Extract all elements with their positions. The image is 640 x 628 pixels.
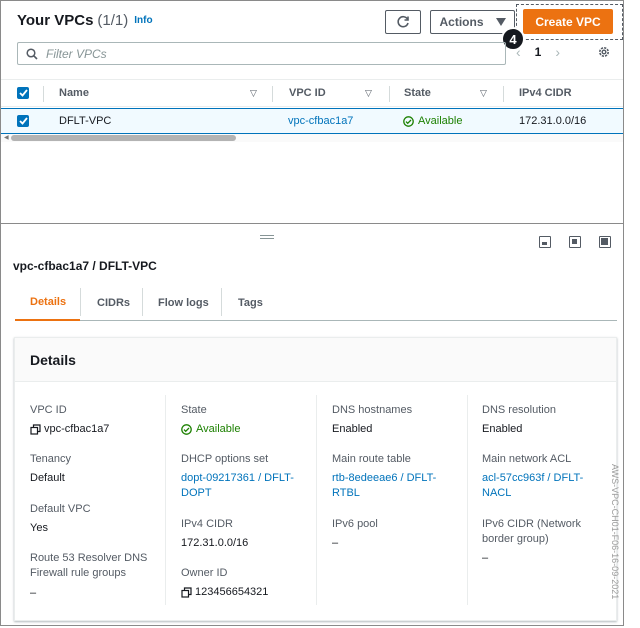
sort-icon[interactable]: ▽	[365, 88, 372, 99]
pane-bottom-icon[interactable]	[539, 236, 551, 248]
label-owner-id: Owner ID	[181, 567, 228, 579]
check-circle-icon	[403, 115, 414, 127]
column-separator	[389, 86, 390, 102]
page-title: Your VPCs (1/1) Info	[17, 12, 153, 29]
actions-label: Actions	[439, 15, 484, 29]
details-card-title: Details	[30, 352, 76, 368]
label-default-vpc: Default VPC	[30, 503, 91, 515]
column-separator	[272, 86, 273, 102]
column-header-state[interactable]: State	[404, 87, 431, 99]
details-card-header: Details	[15, 338, 616, 382]
value-tenancy: Default	[30, 472, 65, 484]
value-state-text: Available	[196, 423, 241, 435]
value-default-vpc: Yes	[30, 522, 48, 534]
scroll-left-icon[interactable]: ◀	[4, 134, 9, 141]
label-ipv6-pool: IPv6 pool	[332, 518, 378, 530]
label-vpc-id: VPC ID	[30, 404, 67, 416]
tab-separator	[80, 288, 81, 316]
value-vpc-id: vpc-cfbac1a7	[30, 422, 109, 437]
value-route53-firewall: –	[30, 587, 37, 599]
value-main-network-acl-link[interactable]: acl-57cc963f / DFLT-NACL	[482, 471, 607, 501]
value-dhcp-options-link[interactable]: dopt-09217361 / DFLT-DOPT	[181, 471, 306, 501]
cell-state: Available	[403, 115, 462, 127]
tab-details[interactable]: Details	[15, 284, 80, 321]
table-row[interactable]: DFLT-VPC vpc-cfbac1a7 Available 172.31.0…	[1, 108, 623, 134]
details-card: Details VPC ID vpc-cfbac1a7 Tenancy Defa…	[14, 337, 617, 621]
row-checkbox[interactable]	[17, 115, 29, 127]
next-page-icon[interactable]: ›	[555, 44, 560, 60]
search-icon	[26, 47, 38, 60]
actions-button[interactable]: Actions	[430, 10, 515, 34]
filter-field[interactable]	[17, 42, 506, 65]
label-main-network-acl: Main network ACL	[482, 453, 572, 465]
column-separator	[43, 86, 44, 102]
scrollbar-thumb[interactable]	[11, 135, 236, 141]
cell-name: DFLT-VPC	[59, 115, 112, 127]
label-dns-resolution: DNS resolution	[482, 404, 556, 416]
value-vpc-id-text: vpc-cfbac1a7	[44, 423, 110, 435]
sort-icon[interactable]: ▽	[480, 88, 487, 99]
pane-side-icon[interactable]	[569, 236, 581, 248]
copy-icon[interactable]	[181, 587, 192, 598]
column-divider	[165, 395, 166, 605]
vpc-console-window: Your VPCs (1/1) Info Actions Create VPC 4 …	[0, 0, 624, 626]
refresh-icon	[397, 15, 409, 28]
tab-tags[interactable]: Tags	[238, 284, 263, 321]
column-divider	[316, 395, 317, 605]
figure-caption: AWS-VPC-CH01-F06-16-09-2021	[610, 464, 620, 600]
column-separator	[503, 86, 504, 102]
info-link[interactable]: Info	[134, 15, 152, 26]
filter-input[interactable]	[46, 46, 486, 61]
value-owner-id-text: 123456654321	[195, 586, 269, 598]
value-ipv6-pool: –	[332, 537, 339, 549]
value-owner-id: 123456654321	[181, 585, 268, 600]
refresh-button[interactable]	[385, 10, 421, 34]
value-state: Available	[181, 422, 240, 437]
caret-down-icon	[495, 18, 506, 26]
select-all-checkbox[interactable]	[17, 87, 29, 99]
sort-icon[interactable]: ▽	[250, 88, 257, 99]
pane-full-icon[interactable]	[599, 236, 611, 248]
tab-flow-logs[interactable]: Flow logs	[158, 284, 209, 321]
value-ipv4-cidr: 172.31.0.0/16	[181, 537, 249, 549]
tab-cidrs[interactable]: CIDRs	[97, 284, 130, 321]
label-ipv6-cidr: IPv6 CIDR (Network border group)	[482, 518, 582, 545]
detail-tabs: Details CIDRs Flow logs Tags	[15, 284, 617, 321]
cell-vpc-id-link[interactable]: vpc-cfbac1a7	[288, 115, 353, 127]
label-route53-firewall: Route 53 Resolver DNS Firewall rule grou…	[30, 552, 148, 579]
column-header-name[interactable]: Name	[59, 87, 89, 99]
value-dns-resolution: Enabled	[482, 423, 523, 435]
table-header: Name ▽ VPC ID ▽ State ▽ IPv4 CIDR	[1, 79, 623, 107]
label-state: State	[181, 404, 207, 416]
create-vpc-button[interactable]: Create VPC	[523, 9, 613, 34]
detail-heading: vpc-cfbac1a7 / DFLT-VPC	[13, 259, 157, 273]
current-page[interactable]: 1	[535, 45, 542, 59]
cell-state-text: Available	[418, 115, 463, 127]
copy-icon[interactable]	[30, 424, 41, 435]
label-main-route-table: Main route table	[332, 453, 411, 465]
value-dns-hostnames: Enabled	[332, 423, 373, 435]
pagination: ‹ 1 ›	[516, 44, 560, 60]
page-title-text: Your VPCs	[17, 12, 94, 29]
label-tenancy: Tenancy	[30, 453, 71, 465]
column-header-vpc-id[interactable]: VPC ID	[289, 87, 326, 99]
tab-separator	[142, 288, 143, 316]
column-header-ipv4-cidr[interactable]: IPv4 CIDR	[519, 87, 572, 99]
label-dhcp-options: DHCP options set	[181, 453, 269, 465]
value-main-route-table-link[interactable]: rtb-8edeeae6 / DFLT-RTBL	[332, 471, 457, 501]
gear-icon[interactable]	[597, 45, 611, 59]
resize-handle[interactable]	[260, 235, 274, 239]
label-dns-hostnames: DNS hostnames	[332, 404, 413, 416]
prev-page-icon[interactable]: ‹	[516, 44, 521, 60]
label-ipv4-cidr: IPv4 CIDR	[181, 518, 233, 530]
tab-separator	[221, 288, 222, 316]
cell-ipv4-cidr: 172.31.0.0/16	[519, 115, 587, 127]
check-icon	[18, 89, 28, 97]
column-divider	[467, 395, 468, 605]
check-icon	[18, 117, 28, 125]
vpc-list-panel: Your VPCs (1/1) Info Actions Create VPC 4 …	[1, 1, 623, 224]
check-circle-icon	[181, 424, 192, 435]
vpc-count: (1/1)	[97, 12, 129, 29]
value-ipv6-cidr: –	[482, 552, 489, 564]
